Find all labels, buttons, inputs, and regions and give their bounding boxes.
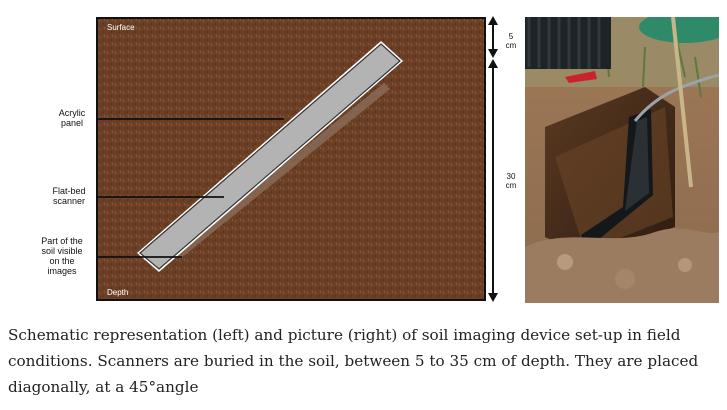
soil-schematic-svg bbox=[98, 19, 484, 299]
acrylic-panel-label-line1: Acrylic bbox=[58, 108, 86, 118]
soil-visible-label-line1: Part of the bbox=[41, 236, 83, 246]
soil-visible-label-line4: images bbox=[47, 266, 77, 276]
arrowhead-up-5cm bbox=[488, 16, 498, 25]
schematic-diagram: Surface Depth bbox=[96, 17, 486, 301]
surface-label: Surface bbox=[107, 23, 135, 32]
field-photo bbox=[525, 17, 719, 303]
flatbed-scanner-label-line1: Flat-bed bbox=[52, 186, 86, 196]
depth-scale-arrows bbox=[488, 16, 498, 302]
flatbed-scanner-label-line2: scanner bbox=[52, 196, 86, 206]
photo-clod bbox=[557, 254, 573, 270]
depth-label: Depth bbox=[107, 288, 129, 297]
field-photo-drawing bbox=[525, 17, 719, 303]
flatbed-scanner-label: Flat-bed scanner bbox=[42, 186, 96, 206]
scale-30-value: 30 bbox=[506, 172, 516, 181]
scale-label-5cm: 5 cm bbox=[500, 32, 522, 50]
arrowhead-down-5cm bbox=[488, 49, 498, 58]
figure-caption: Schematic representation (left) and pict… bbox=[8, 326, 699, 396]
soil-visible-label-line3: on the bbox=[49, 256, 75, 266]
acrylic-panel-label: Acrylic panel bbox=[48, 108, 96, 128]
photo-clod bbox=[615, 269, 635, 289]
scale-30-unit: cm bbox=[505, 181, 517, 190]
arrowhead-down-30cm bbox=[488, 293, 498, 302]
scale-label-30cm: 30 cm bbox=[500, 172, 522, 190]
soil-visible-label-line2: soil visible bbox=[41, 246, 83, 256]
acrylic-panel-label-line2: panel bbox=[60, 118, 84, 128]
scale-5-unit: cm bbox=[505, 41, 517, 50]
arrowhead-up-30cm bbox=[488, 59, 498, 68]
scale-5-value: 5 bbox=[508, 32, 514, 41]
photo-clod bbox=[678, 258, 692, 272]
soil-visible-label: Part of the soil visible on the images bbox=[32, 236, 92, 276]
figure: Surface Depth Acrylic panel Flat-bed sca… bbox=[0, 0, 727, 305]
